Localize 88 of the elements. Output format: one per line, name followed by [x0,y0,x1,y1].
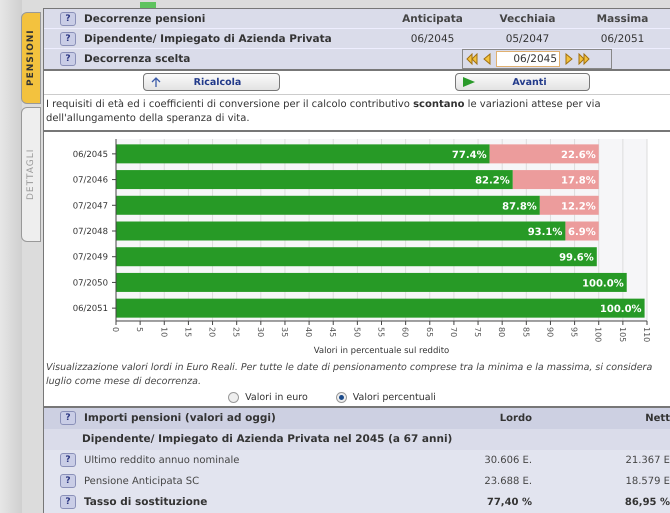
tick-label: 100 [594,326,603,342]
indicator-mark [140,2,156,8]
table-cell-text: 77,40 % [486,496,533,508]
table-cell-text: 05/2047 [504,32,550,45]
first-icon[interactable] [466,53,478,66]
category-label: 07/2048 [72,226,108,237]
tick-label: 95 [570,326,579,337]
tick-label: 50 [352,326,362,337]
data-label: 12.2% [561,200,596,212]
help-icon[interactable]: ? [60,52,76,66]
radio-label[interactable]: Valori in euro [245,392,308,403]
tick-label: 70 [448,326,458,337]
radio-button[interactable] [336,392,347,403]
data-label: 17.8% [561,175,596,186]
category-label: 06/2051 [72,304,108,314]
tick-label: 30 [256,326,265,337]
next-button[interactable]: Avanti [455,73,590,92]
column-header: Anticipata [401,12,464,25]
table-cell-text: 23.688 E. [483,476,533,487]
category-label: 07/2046 [72,175,108,186]
tick-label: 60 [400,326,410,337]
tick-label: 20 [208,326,217,337]
help-icon[interactable]: ? [60,453,76,468]
row-label: Tasso di sostituzione [84,496,208,508]
up-arrow-icon [150,76,162,88]
section-title: Decorrenze pensioni [84,12,206,25]
radio-button[interactable] [228,392,240,403]
recalculate-button[interactable]: Ricalcola [143,73,280,92]
tick-label: 40 [304,326,314,337]
tick-label: 65 [424,326,434,337]
data-label: 99.6% [559,252,594,264]
row-label: Ultimo reddito annuo nominale [84,454,240,466]
play-icon [462,76,476,88]
help-icon[interactable]: ? [60,32,76,46]
tick-label: 5 [135,326,144,332]
tick-label: 15 [183,326,192,337]
tick-label: 0 [111,326,120,332]
tick-label: 25 [232,326,241,337]
column-header: Lordo [498,412,533,424]
help-icon[interactable]: ? [60,495,76,510]
category-label: 07/2050 [72,278,108,288]
last-icon[interactable] [578,53,590,66]
tick-label: 55 [376,326,386,337]
tick-label: 80 [497,326,506,337]
data-label: 6.9% [568,226,596,238]
section-title: Importi pensioni (valori ad oggi) [84,412,276,424]
tick-label: 90 [545,326,554,337]
table-cell-text: 86,95 % [624,496,670,508]
category-label: 07/2049 [72,252,108,262]
table-cell-text: 06/2045 [410,32,456,45]
data-label: 100.0% [582,278,624,290]
radio-label[interactable]: Valori percentuali [352,392,436,403]
help-icon[interactable]: ? [60,411,76,426]
column-header: Nett [644,412,670,424]
axis-title: Valori in percentuale sul reddito [314,346,450,356]
category-label: 06/2045 [72,150,108,160]
data-label: 22.6% [561,150,596,161]
column-header: Massima [596,12,650,25]
table-cell-text: 30.606 E. [483,454,533,466]
tick-label: 10 [159,326,168,337]
next-icon[interactable] [563,53,575,66]
side-tab[interactable]: PENSIONI [21,12,41,104]
row-label: Decorrenza scelta [84,53,190,66]
tick-label: 75 [473,326,482,337]
info-note: I requisiti di età ed i coefficienti di conversione per il calcolo contributivo scontano le variazioni attese per via dell'allungamento della speranza di vita. [44,94,670,132]
tick-label: 85 [521,326,530,337]
tick-label: 35 [280,326,289,337]
category-label: 07/2047 [72,200,108,211]
table-cell-text: 06/2051 [600,32,646,45]
row-label: Pensione Anticipata SC [84,476,200,487]
row-label: Dipendente/ Impiegato di Azienda Privata [84,32,332,45]
chart-note: Visualizzazione valori lordi in Euro Reali. Per tutte le date di pensionamento comprese tra la minima e la massima, si considera luglio come mese di decorrenza. [45,360,654,389]
table-cell-text: 18.579 E [624,476,670,487]
column-header: Vecchiaia [498,12,556,25]
previous-icon[interactable] [481,53,493,66]
data-label: 93.1% [528,226,562,238]
tick-label: 110 [642,326,651,342]
tick-label: 105 [618,326,627,342]
help-icon[interactable]: ? [60,12,76,26]
row-subtitle: Dipendente/ Impiegato di Azienda Privata nel 2045 (a 67 anni) [82,433,452,446]
date-field[interactable]: 06/2045 [496,51,560,68]
data-label: 100.0% [600,304,642,315]
help-icon[interactable]: ? [60,474,76,488]
tick-label: 45 [328,326,338,337]
table-cell-text: 21.367 E [624,454,670,466]
data-label: 77.4% [452,150,487,161]
data-label: 87.8% [502,200,537,212]
data-label: 82.2% [475,175,510,186]
